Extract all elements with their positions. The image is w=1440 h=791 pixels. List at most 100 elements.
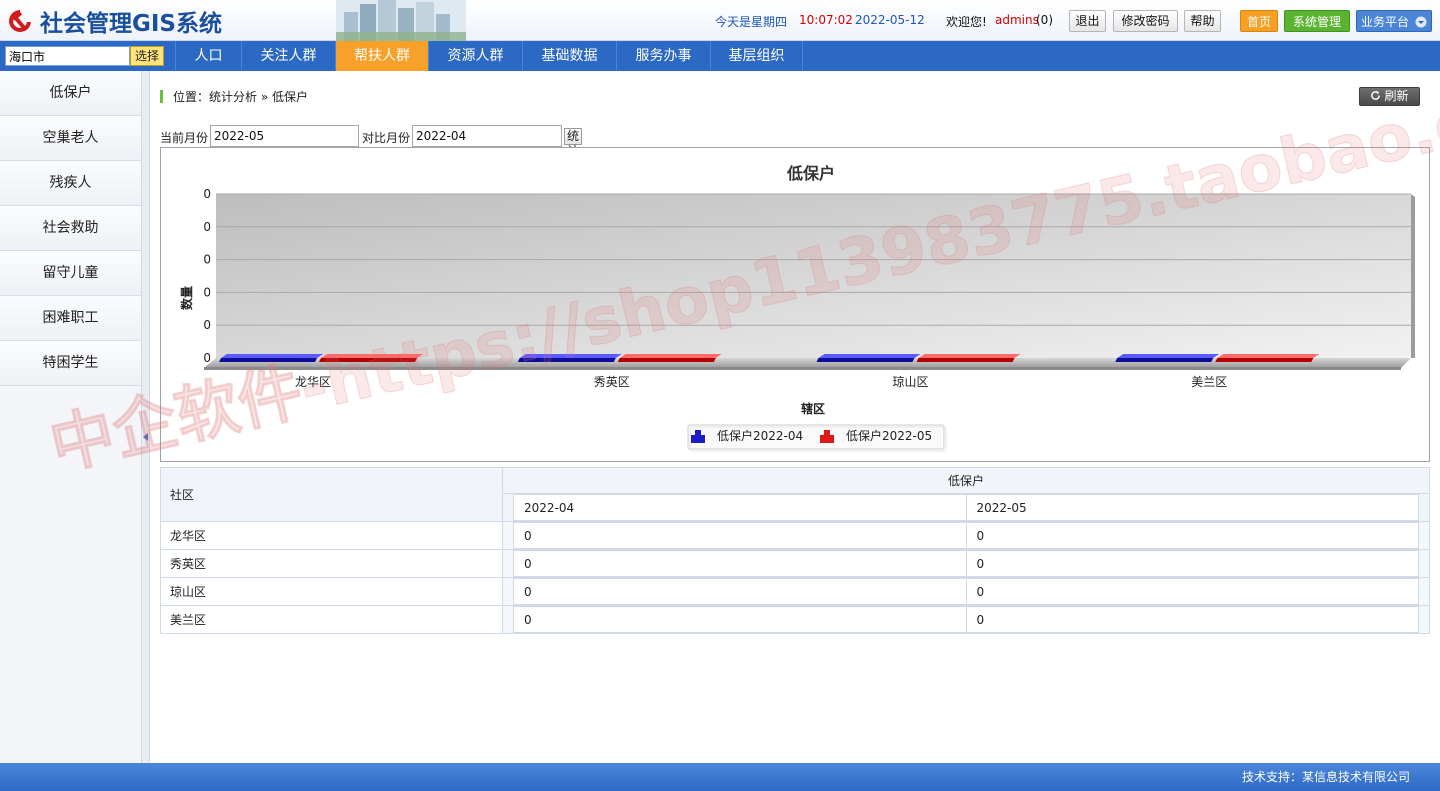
legend-label: 低保户2022-05 <box>846 428 932 443</box>
bar <box>617 354 722 362</box>
logout-button[interactable]: 退出 <box>1069 10 1106 32</box>
plot-area <box>216 194 1411 358</box>
y-tick-label: 0 <box>203 318 211 332</box>
home-button[interactable]: 首页 <box>1240 10 1278 32</box>
chevron-down-icon <box>1415 16 1427 28</box>
bar-front <box>1115 358 1214 362</box>
bar-top <box>519 354 622 358</box>
sidebar-item-needy-workers[interactable]: 困难职工 <box>0 296 141 341</box>
row-name: 龙华区 <box>160 521 503 550</box>
bar <box>916 354 1021 362</box>
bar-front <box>319 358 417 362</box>
sidebar: 低保户 空巢老人 残疾人 社会救助 留守儿童 困难职工 特困学生 <box>0 71 142 763</box>
refresh-button[interactable]: 刷新 <box>1359 87 1420 106</box>
bar <box>219 354 323 362</box>
breadcrumb-text: 位置：统计分析 » 低保户 <box>173 89 308 104</box>
sidebar-item-empty-nest-elderly[interactable]: 空巢老人 <box>0 116 141 161</box>
bar <box>1215 354 1320 362</box>
system-admin-button[interactable]: 系统管理 <box>1284 10 1350 32</box>
bar-top <box>1117 354 1220 358</box>
table-row: 美兰区 0 0 <box>160 605 1430 634</box>
bar-front <box>816 358 915 362</box>
statistics-button[interactable]: 统计 <box>564 128 583 158</box>
bar-front <box>916 358 1015 362</box>
bar-chart: 低保户 0 0 0 0 0 0 数量辖区低保户2022-04 低保户2022-05 龙华区 秀英区… <box>179 164 1415 452</box>
table-row: 琼山区 0 0 <box>160 577 1430 606</box>
sidebar-item-social-relief[interactable]: 社会救助 <box>0 206 141 251</box>
main-nav: 选择 人口 关注人群 帮扶人群 资源人群 基础数据 服务办事 基层组织 <box>0 41 1440 71</box>
username-link[interactable]: admins <box>995 13 1039 27</box>
message-count[interactable]: (0) <box>1036 13 1053 27</box>
compare-month-label: 对比月份 <box>362 131 411 145</box>
x-tick-label: 美兰区 <box>1191 375 1227 389</box>
x-axis-label: 辖区 <box>801 401 825 416</box>
chart-panel: 低保户 0 0 0 0 0 0 数量 辖区 低保户2022-04 低保户2022-05 龙华区 秀英区… <box>160 147 1430 462</box>
month-header-grid: 2022-04 2022-05 <box>513 494 1419 521</box>
x-tick-label: 龙华区 <box>295 375 331 389</box>
y-tick-label: 0 <box>203 253 211 267</box>
breadcrumb-marker <box>160 89 163 103</box>
business-platform-button[interactable]: 业务平台 <box>1356 10 1432 32</box>
tab-resource-groups[interactable]: 资源人群 <box>428 41 522 71</box>
app-title: 社会管理GIS系统 <box>40 11 223 37</box>
hammer-sickle-icon <box>9 10 31 32</box>
y-tick-label: 0 <box>203 220 211 234</box>
bar-top <box>221 354 323 358</box>
y-tick-label: 0 <box>203 351 211 365</box>
row-name: 美兰区 <box>160 605 503 634</box>
bar <box>517 354 622 362</box>
current-month-input[interactable] <box>210 125 359 147</box>
logo: 社会管理GIS系统 <box>6 6 223 37</box>
row-value-2022-04: 0 <box>513 606 967 633</box>
bar-top <box>918 354 1021 358</box>
legend-label: 低保户2022-04 <box>717 428 803 443</box>
x-tick-label: 秀英区 <box>594 375 630 389</box>
change-password-button[interactable]: 修改密码 <box>1113 10 1178 32</box>
collapse-arrow-icon[interactable] <box>143 433 148 441</box>
city-select-button[interactable]: 选择 <box>130 46 164 66</box>
row-name: 秀英区 <box>160 549 503 578</box>
tab-focus-groups[interactable]: 关注人群 <box>241 41 335 71</box>
tab-basic-data[interactable]: 基础数据 <box>522 41 616 71</box>
row-name: 琼山区 <box>160 577 503 606</box>
row-value-2022-04: 0 <box>513 578 967 605</box>
table-header-row: 社区 低保户 <box>160 467 1430 522</box>
bar-front <box>617 358 716 362</box>
chart-title: 低保户 <box>786 164 835 183</box>
tab-assistance-groups[interactable]: 帮扶人群 <box>335 41 428 71</box>
row-value-2022-05: 0 <box>965 522 1419 549</box>
compare-month-input[interactable] <box>412 125 562 147</box>
bar-top <box>321 354 423 358</box>
stats-table: 社区 低保户 2022-04 2022-05 龙华区 0 0 秀英区 0 0 琼… <box>160 467 1430 634</box>
breadcrumb: 位置：统计分析 » 低保户 <box>160 88 308 104</box>
tab-grassroots-orgs[interactable]: 基层组织 <box>710 41 803 71</box>
group-header: 低保户 <box>502 467 1430 494</box>
clock-time: 10:07:02 <box>799 13 853 27</box>
sidebar-item-left-behind-children[interactable]: 留守儿童 <box>0 251 141 296</box>
row-value-2022-05: 0 <box>965 550 1419 577</box>
bar <box>816 354 921 362</box>
refresh-label: 刷新 <box>1384 89 1409 103</box>
city-input[interactable] <box>5 46 130 66</box>
bar <box>1115 354 1220 362</box>
row-value-2022-04: 0 <box>513 522 967 549</box>
legend-swatch-top <box>824 430 830 436</box>
sidebar-item-disabled[interactable]: 残疾人 <box>0 161 141 206</box>
y-axis-label: 数量 <box>179 286 194 310</box>
bar <box>319 354 423 362</box>
bar-top <box>1217 354 1320 358</box>
footer-text: 技术支持：某信息技术有限公司 <box>1241 770 1410 784</box>
row-value-2022-05: 0 <box>965 606 1419 633</box>
month-header-1: 2022-04 <box>513 494 967 521</box>
month-header-2: 2022-05 <box>965 494 1419 521</box>
row-value-2022-04: 0 <box>513 550 967 577</box>
header: 社会管理GIS系统 今天是星期四 10:07:02 2022-05-12 欢迎您… <box>0 0 1440 41</box>
help-button[interactable]: 帮助 <box>1184 10 1221 32</box>
sidebar-collapse-bar[interactable] <box>142 71 150 763</box>
tab-population[interactable]: 人口 <box>175 41 241 71</box>
y-tick-label: 0 <box>203 187 211 201</box>
sidebar-item-low-income[interactable]: 低保户 <box>0 71 141 116</box>
sidebar-item-poor-students[interactable]: 特困学生 <box>0 341 141 386</box>
footer: 技术支持：某信息技术有限公司 <box>0 763 1440 791</box>
tab-services[interactable]: 服务办事 <box>616 41 710 71</box>
